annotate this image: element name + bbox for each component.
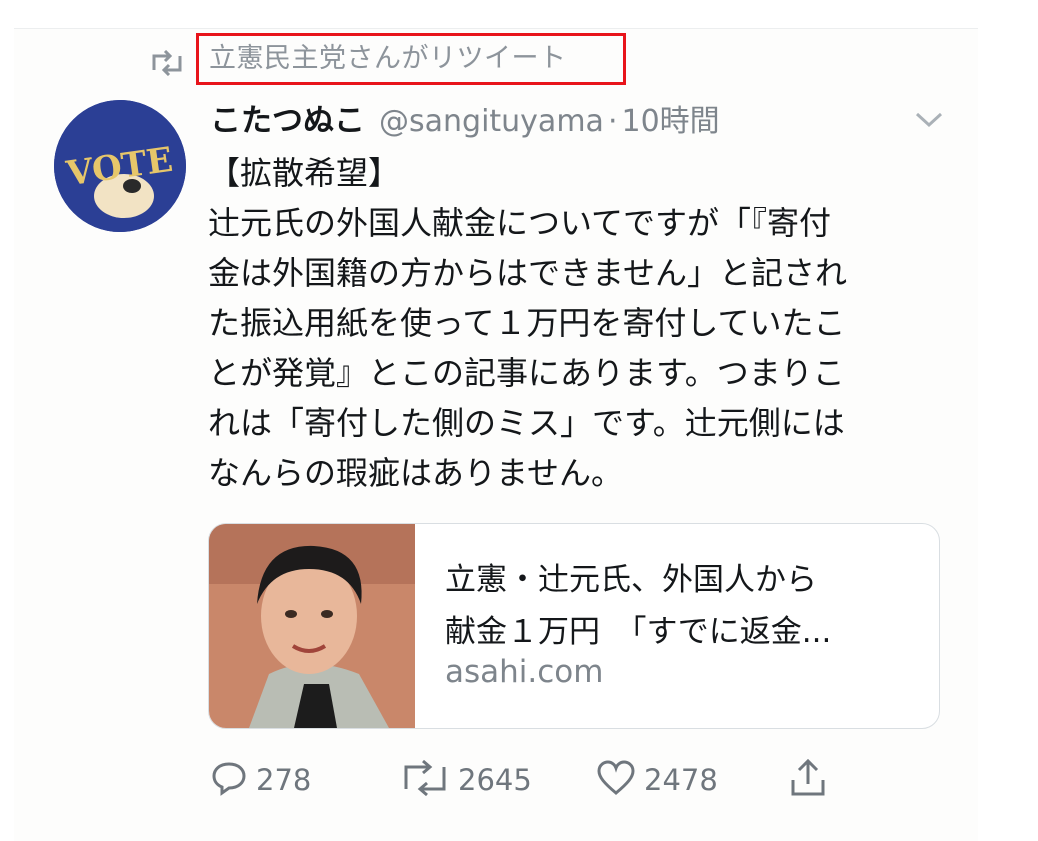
- tweet-body-line: れは「寄付した側のミス」です。辻元側には: [208, 404, 845, 442]
- avatar[interactable]: VOTE: [54, 100, 186, 232]
- tweet-body: 【拡散希望】 辻元氏の外国人献金についてですが「『寄付 金は外国籍の方からはでき…: [208, 148, 948, 498]
- tweet-header: こたつぬこ @sangituyama · 10時間: [210, 95, 720, 143]
- retweet-icon: [150, 49, 184, 77]
- author-handle[interactable]: @sangituyama: [379, 104, 604, 139]
- retweet-icon: [400, 759, 450, 801]
- tweet-body-line: なんらの瑕疵はありません。: [208, 454, 624, 492]
- link-title-line: 立憲・辻元氏、外国人から: [445, 562, 817, 598]
- share-button[interactable]: [788, 755, 828, 805]
- tweet-body-line: 金は外国籍の方からはできません」と記され: [208, 254, 848, 292]
- share-icon: [788, 758, 828, 802]
- like-button[interactable]: 2478: [596, 755, 718, 805]
- tweet-body-line: た振込用紙を使って１万円を寄付していたこ: [208, 304, 846, 342]
- tweet-timestamp[interactable]: 10時間: [621, 96, 719, 140]
- link-preview-card[interactable]: 立憲・辻元氏、外国人から 献金１万円 「すでに返金... asahi.com: [208, 523, 940, 729]
- link-title: 立憲・辻元氏、外国人から 献金１万円 「すでに返金...: [445, 554, 925, 658]
- separator-dot: ·: [607, 104, 618, 139]
- tweet-body-line: とが発覚』とこの記事にあります。つまりこ: [208, 354, 845, 392]
- link-title-line: 献金１万円 「すでに返金...: [445, 614, 832, 650]
- tweet-body-line: 【拡散希望】: [208, 154, 401, 192]
- reply-count: 278: [256, 763, 312, 797]
- link-thumbnail: [209, 524, 415, 728]
- reply-icon: [210, 759, 248, 801]
- author-name[interactable]: こたつぬこ: [210, 95, 365, 140]
- retweet-button[interactable]: 2645: [400, 755, 532, 805]
- chevron-down-icon[interactable]: [914, 108, 944, 130]
- reply-button[interactable]: 278: [210, 755, 311, 805]
- like-count: 2478: [644, 763, 718, 797]
- retweet-count: 2645: [458, 763, 532, 797]
- heart-icon: [596, 759, 636, 801]
- tweet-body-line: 辻元氏の外国人献金についてですが「『寄付: [208, 204, 832, 242]
- link-domain: asahi.com: [445, 654, 604, 690]
- retweet-context-label[interactable]: 立憲民主党さんがリツイート: [196, 33, 626, 85]
